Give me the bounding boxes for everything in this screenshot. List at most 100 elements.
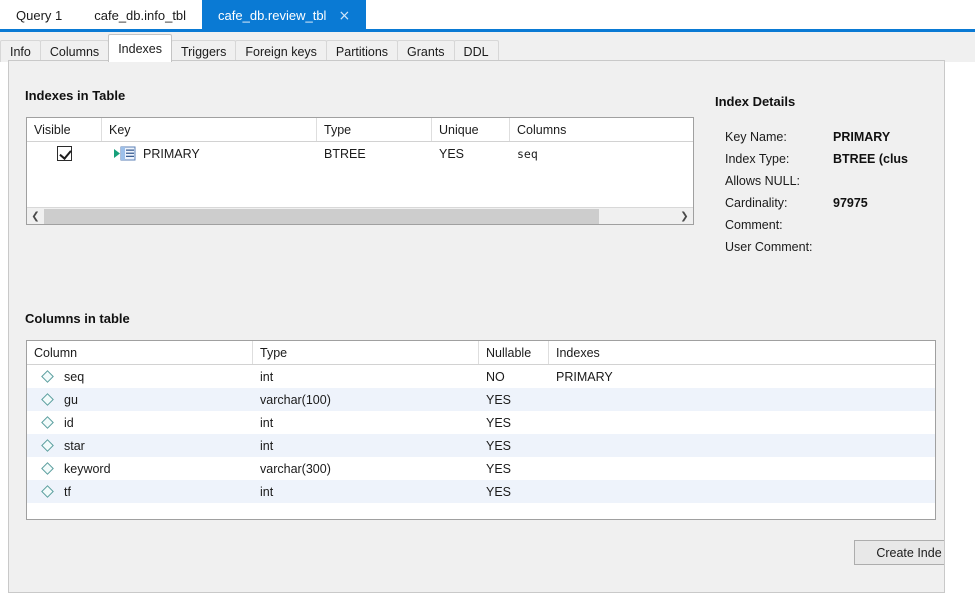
index-type-cell: BTREE	[324, 146, 366, 161]
index-columns-cell: seq	[517, 146, 538, 161]
tab-partitions[interactable]: Partitions	[325, 40, 399, 62]
columns-table-row[interactable]: gu varchar(100) YES	[27, 388, 935, 411]
column-nullable-cell: YES	[486, 484, 512, 499]
column-name-cell: seq	[27, 365, 253, 388]
column-field-icon	[41, 370, 54, 383]
indexes-horizontal-scrollbar[interactable]: ❮ ❯	[27, 207, 693, 224]
tab-label: Grants	[407, 44, 445, 59]
editor-tab-query-1[interactable]: Query 1	[0, 0, 79, 31]
editor-tab-label: cafe_db.info_tbl	[94, 8, 187, 23]
indexes-panel: Indexes in Table Visible Key Type Unique Col…	[8, 60, 945, 593]
column-type-cell: int	[260, 369, 274, 384]
column-type-cell: int	[260, 484, 274, 499]
column-type-cell: int	[260, 438, 274, 453]
columns-grid-body[interactable]: seq int NO PRIMARY gu varchar(100) YES id int YES…	[27, 365, 935, 503]
create-index-button[interactable]: Create Inde	[854, 540, 944, 565]
editor-tab-cafe-db-review-tbl[interactable]: cafe_db.review_tbl ×	[202, 0, 367, 31]
indexes-column-header-visible[interactable]: Visible	[27, 118, 102, 141]
column-type-cell: varchar(300)	[260, 461, 331, 476]
index-detail-label: User Comment:	[725, 240, 813, 254]
column-name-cell: keyword	[27, 457, 253, 480]
index-detail-row: Key Name: PRIMARY	[725, 126, 944, 148]
index-detail-value: PRIMARY	[833, 130, 891, 144]
column-header-label: Columns	[517, 122, 567, 137]
tab-label: Indexes	[118, 41, 162, 56]
column-field-icon	[41, 462, 54, 475]
columns-table-row[interactable]: keyword varchar(300) YES	[27, 457, 935, 480]
column-name-label: star	[64, 438, 85, 453]
column-indexes-cell	[549, 388, 935, 411]
tab-label: Triggers	[180, 44, 227, 59]
tab-grants[interactable]: Grants	[397, 40, 455, 62]
columns-table-row[interactable]: tf int YES	[27, 480, 935, 503]
editor-tabs-row: Query 1 cafe_db.info_tbl cafe_db.review_tb…	[0, 0, 975, 31]
indexes-grid-body[interactable]: PRIMARY BTREE YES seq	[27, 142, 693, 165]
scrollbar-thumb[interactable]	[44, 208, 599, 224]
indexes-column-header-unique[interactable]: Unique	[432, 118, 510, 141]
scroll-right-arrow-icon[interactable]: ❯	[676, 207, 693, 224]
tab-ddl[interactable]: DDL	[453, 40, 499, 62]
sql-table-editor-window: Query 1 cafe_db.info_tbl cafe_db.review_tb…	[0, 0, 975, 603]
index-details-list: Key Name: PRIMARY Index Type: BTREE (clus Al…	[725, 126, 944, 258]
column-nullable-cell: YES	[486, 415, 512, 430]
column-name-cell: id	[27, 411, 253, 434]
columns-column-header-indexes[interactable]: Indexes	[549, 341, 935, 364]
column-name-label: seq	[64, 369, 85, 384]
scroll-left-arrow-icon[interactable]: ❮	[27, 207, 44, 224]
scrollbar-track[interactable]	[44, 207, 676, 224]
indexes-column-header-key[interactable]: Key	[102, 118, 317, 141]
columns-column-header-type[interactable]: Type	[253, 341, 479, 364]
tab-triggers[interactable]: Triggers	[170, 40, 237, 62]
column-type-cell: varchar(100)	[260, 392, 331, 407]
index-detail-row: Comment:	[725, 214, 944, 236]
close-icon[interactable]: ×	[338, 9, 350, 23]
column-indexes-cell	[549, 411, 935, 434]
tab-info[interactable]: Info	[0, 40, 41, 62]
tab-label: DDL	[463, 44, 489, 59]
index-detail-row: Cardinality: 97975	[725, 192, 944, 214]
column-field-icon	[41, 439, 54, 452]
tab-label: Foreign keys	[245, 44, 317, 59]
columns-in-table-title: Columns in table	[25, 311, 130, 326]
column-header-label: Nullable	[486, 345, 532, 360]
column-header-label: Key	[109, 122, 131, 137]
index-detail-row: Allows NULL:	[725, 170, 944, 192]
index-visible-cell[interactable]	[27, 142, 102, 165]
columns-grid[interactable]: Column Type Nullable Indexes seq int NO PRIMAR…	[26, 340, 936, 520]
columns-column-header-column[interactable]: Column	[27, 341, 253, 364]
indexes-column-header-type[interactable]: Type	[317, 118, 432, 141]
tab-foreign-keys[interactable]: Foreign keys	[235, 40, 327, 62]
column-field-icon	[41, 393, 54, 406]
column-header-label: Indexes	[556, 345, 600, 360]
editor-tab-cafe-db-info-tbl[interactable]: cafe_db.info_tbl	[78, 0, 203, 31]
column-name-cell: star	[27, 434, 253, 457]
index-detail-label: Key Name:	[725, 130, 787, 144]
indexes-in-table-title: Indexes in Table	[25, 88, 126, 103]
index-details-title: Index Details	[715, 94, 796, 109]
columns-table-row[interactable]: seq int NO PRIMARY	[27, 365, 935, 388]
tab-indexes[interactable]: Indexes	[108, 34, 172, 62]
indexes-grid[interactable]: Visible Key Type Unique Columns PRIMARY BTREE…	[26, 117, 694, 225]
column-nullable-cell: YES	[486, 438, 512, 453]
tab-columns[interactable]: Columns	[39, 40, 110, 62]
column-header-label: Type	[324, 122, 352, 137]
tab-label: Partitions	[335, 44, 389, 59]
index-key-icon	[114, 146, 136, 161]
editor-tab-label: Query 1	[16, 8, 63, 23]
columns-column-header-nullable[interactable]: Nullable	[479, 341, 549, 364]
index-detail-label: Index Type:	[725, 152, 790, 166]
columns-table-row[interactable]: id int YES	[27, 411, 935, 434]
index-detail-row: User Comment:	[725, 236, 944, 258]
columns-table-row[interactable]: star int YES	[27, 434, 935, 457]
indexes-column-header-columns[interactable]: Columns	[510, 118, 693, 141]
tab-label: Info	[10, 44, 31, 59]
index-detail-value: BTREE (clus	[833, 152, 909, 166]
indexes-table-row[interactable]: PRIMARY BTREE YES seq	[27, 142, 693, 165]
column-name-label: keyword	[64, 461, 111, 476]
column-nullable-cell: YES	[486, 461, 512, 476]
column-type-cell: int	[260, 415, 274, 430]
column-field-icon	[41, 416, 54, 429]
index-key-label: PRIMARY	[143, 146, 200, 161]
visible-checkbox[interactable]	[57, 146, 72, 161]
column-name-cell: gu	[27, 388, 253, 411]
